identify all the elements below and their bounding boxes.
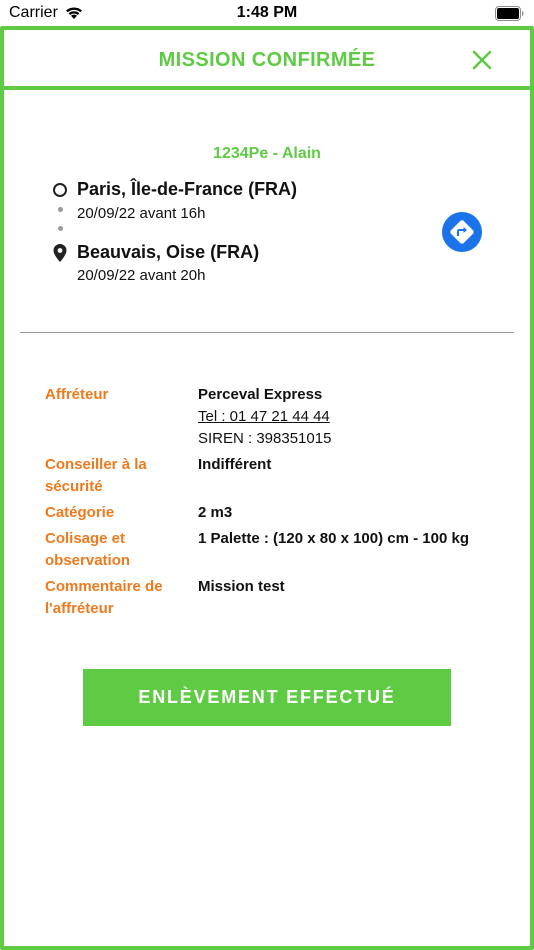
- affreteur-siren: SIREN : 398351015: [198, 430, 332, 447]
- delivery-place: Beauvais, Oise (FRA): [77, 242, 260, 262]
- categorie-label: Catégorie: [45, 504, 115, 521]
- commentaire-label-line: l'affréteur: [45, 600, 114, 617]
- delivery-time: 20/09/22 avant 20h: [77, 267, 206, 284]
- commentaire-label: Commentaire de l'affréteur: [45, 576, 185, 620]
- conseiller-label-line: Conseiller à la: [45, 456, 147, 473]
- colisage-value: 1 Palette : (120 x 80 x 100) cm - 100 kg: [198, 530, 469, 547]
- conseiller-label-line: sécurité: [45, 478, 103, 495]
- conseiller-label: Conseiller à la sécurité: [45, 454, 185, 498]
- page-title: MISSION CONFIRMÉE: [158, 49, 376, 71]
- colisage-label: Colisage et observation: [45, 528, 185, 572]
- pickup-time: 20/09/22 avant 16h: [77, 205, 206, 222]
- commentaire-label-line: Commentaire de: [45, 578, 163, 595]
- pickup-circle-icon: [53, 183, 67, 197]
- pickup-place: Paris, Île-de-France (FRA): [77, 179, 298, 199]
- divider: [20, 332, 514, 333]
- header: MISSION CONFIRMÉE: [4, 30, 530, 90]
- categorie-value: 2 m3: [198, 504, 233, 521]
- status-bar: Carrier 1:48 PM: [0, 0, 534, 27]
- colisage-label-line: observation: [45, 552, 131, 569]
- colisage-label-line: Colisage et: [45, 530, 126, 547]
- commentaire-value: Mission test: [198, 578, 285, 595]
- pickup-done-button[interactable]: ENLÈVEMENT EFFECTUÉ: [83, 669, 451, 726]
- affreteur-name: Perceval Express: [198, 386, 323, 403]
- directions-button[interactable]: [442, 212, 482, 252]
- affreteur-phone-link[interactable]: Tel : 01 47 21 44 44: [198, 406, 330, 428]
- clock-time: 1:48 PM: [236, 4, 298, 21]
- route-dot: [58, 226, 63, 231]
- conseiller-value: Indifférent: [198, 456, 272, 473]
- route-dot: [58, 207, 63, 212]
- location-pin-icon: [53, 244, 67, 262]
- battery-icon: [495, 6, 524, 21]
- mission-reference: 1234Pe - Alain: [213, 145, 321, 162]
- close-icon[interactable]: [470, 48, 494, 72]
- directions-icon: [450, 220, 474, 244]
- affreteur-label: Affréteur: [45, 386, 109, 403]
